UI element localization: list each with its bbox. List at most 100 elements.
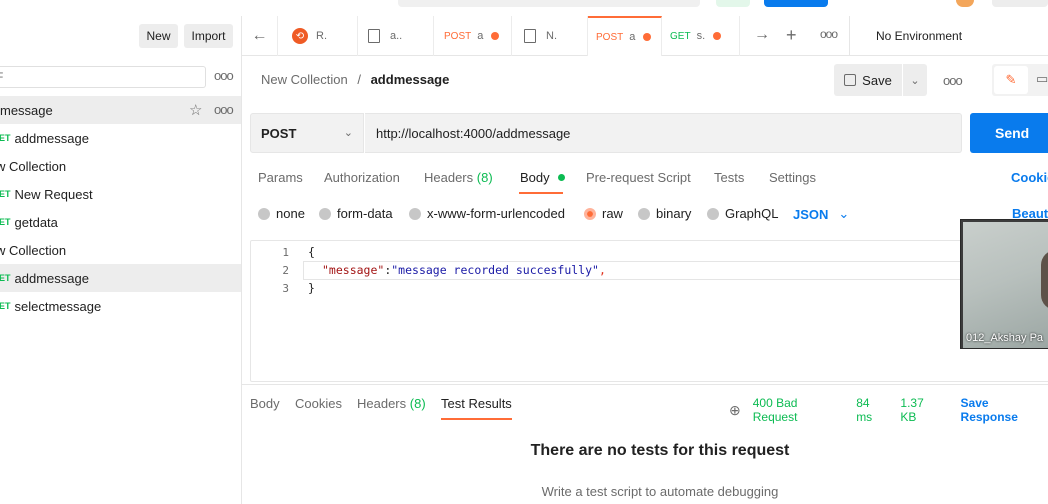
save-options-chevron-icon[interactable]: ⌄ [903,64,927,96]
tree-item-request[interactable]: GET addmessage [0,264,241,292]
cookies-link[interactable]: Cookie [1011,170,1048,185]
video-feed [963,222,1048,348]
tree-item-request[interactable]: GET getdata [0,208,241,236]
response-tab-body[interactable]: Body [250,396,280,411]
tab-request[interactable]: POST a [434,16,512,56]
unsaved-dot [713,32,722,40]
tree-item-label: New Request [14,186,93,202]
more-icon[interactable]: ooo [214,68,234,83]
top-window-button[interactable] [992,0,1048,7]
response-time[interactable]: 84 ms [856,396,888,424]
tab-authorization[interactable]: Authorization [324,170,400,185]
response-status-bar: ⊕ 400 Bad Request 84 ms 1.37 KB Save Res… [729,396,1048,424]
tab-label: N. [546,30,557,42]
body-type-form-data[interactable]: form-data [319,206,393,221]
tree-item-request[interactable]: GET New Request [0,180,241,208]
tab-label: R. [316,30,327,42]
method-badge: GET [0,301,11,311]
method-badge: POST [444,30,472,42]
url-input[interactable]: http://localhost:4000/addmessage [365,113,962,153]
add-tab-icon[interactable]: + [786,25,797,46]
tab-body[interactable]: Body [520,170,566,185]
body-type-raw[interactable]: raw [584,206,623,221]
top-status-pill [716,0,750,7]
save-label: Save [862,72,892,88]
tree-item-label: addmessage [14,130,89,146]
tree-item-request[interactable]: GET addmessage [0,124,241,152]
tab-request[interactable]: ⟲ R. [278,16,358,56]
body-editor[interactable]: 1 2 3 { "message":"message recorded succ… [250,240,1048,382]
more-icon[interactable]: ooo [214,102,234,117]
more-icon[interactable]: ooo [820,27,838,41]
sidebar-filter-input[interactable]: F [0,66,206,88]
tree-item-label: w Collection [0,158,67,174]
top-search-bar[interactable] [398,0,700,7]
pencil-icon[interactable]: ✎ [994,66,1028,94]
sidebar: New Import F ooo message ☆ ooo GET addme… [0,16,242,504]
save-button[interactable]: Save [834,64,902,96]
tab-prerequest-script[interactable]: Pre-request Script [586,170,691,185]
document-icon [524,29,536,43]
avatar[interactable] [956,0,974,7]
breadcrumb: New Collection / addmessage [261,72,449,87]
headers-count: (8) [409,396,426,411]
comment-icon[interactable]: ▭ [1036,71,1048,87]
breadcrumb-request[interactable]: addmessage [371,72,450,87]
tree-item-request[interactable]: GET selectmessage [0,292,241,320]
body-type-graphql[interactable]: GraphQL [707,206,778,221]
body-status-dot [558,174,566,181]
tab-settings[interactable]: Settings [769,170,816,185]
tree-item-label: w Collection [0,242,67,258]
divider [242,384,1048,385]
tab-headers[interactable]: Headers (8) [424,170,493,185]
body-type-label: GraphQL [725,206,779,221]
response-tab-cookies[interactable]: Cookies [295,396,342,411]
response-tab-headers[interactable]: Headers (8) [357,396,426,411]
star-icon[interactable]: ☆ [189,101,202,119]
document-icon [368,29,380,43]
breadcrumb-separator: / [357,72,361,87]
tree-item-collection[interactable]: w Collection [0,236,241,264]
more-icon[interactable]: ooo [943,73,963,88]
tab-label: s. [696,30,706,42]
tab-request[interactable]: N. [512,16,588,56]
top-window-strip [0,0,1048,16]
top-upgrade-button[interactable] [764,0,828,7]
video-call-overlay[interactable]: 012_Akshay Pa [960,219,1048,349]
body-type-binary[interactable]: binary [638,206,691,221]
import-button[interactable]: Import [184,24,233,48]
send-label: Send [995,125,1030,141]
tab-tests[interactable]: Tests [714,170,744,185]
tab-params[interactable]: Params [258,170,303,185]
forward-arrow-icon[interactable]: → [754,26,770,44]
status-code[interactable]: 400 Bad Request [753,396,844,424]
filter-icon: F [0,70,3,84]
tab-request-active[interactable]: POST a [588,16,662,56]
response-tab-test-results[interactable]: Test Results [441,396,512,420]
tree-item-collection[interactable]: w Collection [0,152,241,180]
tab-request[interactable]: GET s. [662,16,740,56]
breadcrumb-collection[interactable]: New Collection [261,72,348,87]
method-badge: GET [670,30,691,42]
save-response-button[interactable]: Save Response [961,396,1048,424]
body-type-none[interactable]: none [258,206,305,221]
new-button[interactable]: New [139,24,178,48]
body-type-urlencoded[interactable]: x-www-form-urlencoded [409,206,565,221]
method-select[interactable]: POST ⌄ [250,113,364,153]
radio-selected-icon [584,207,596,220]
response-size[interactable]: 1.37 KB [900,396,942,424]
globe-icon[interactable]: ⊕ [729,402,741,419]
body-type-label: form-data [337,206,393,221]
tab-request[interactable]: a.. [358,16,434,56]
tree-item-label: selectmessage [14,298,102,314]
collection-row[interactable]: message ☆ ooo [0,96,241,124]
language-select[interactable]: JSON ⌄ [793,206,849,222]
tab-label: a [629,31,636,43]
environment-selector[interactable]: No Environment [864,16,1048,56]
send-button[interactable]: Send [970,113,1048,153]
unsaved-dot [491,32,500,40]
tree-item-label: getdata [14,214,58,230]
json-trailing-comma: , [598,263,606,277]
environment-label: No Environment [876,29,963,43]
back-arrow-icon[interactable]: ← [242,16,278,56]
